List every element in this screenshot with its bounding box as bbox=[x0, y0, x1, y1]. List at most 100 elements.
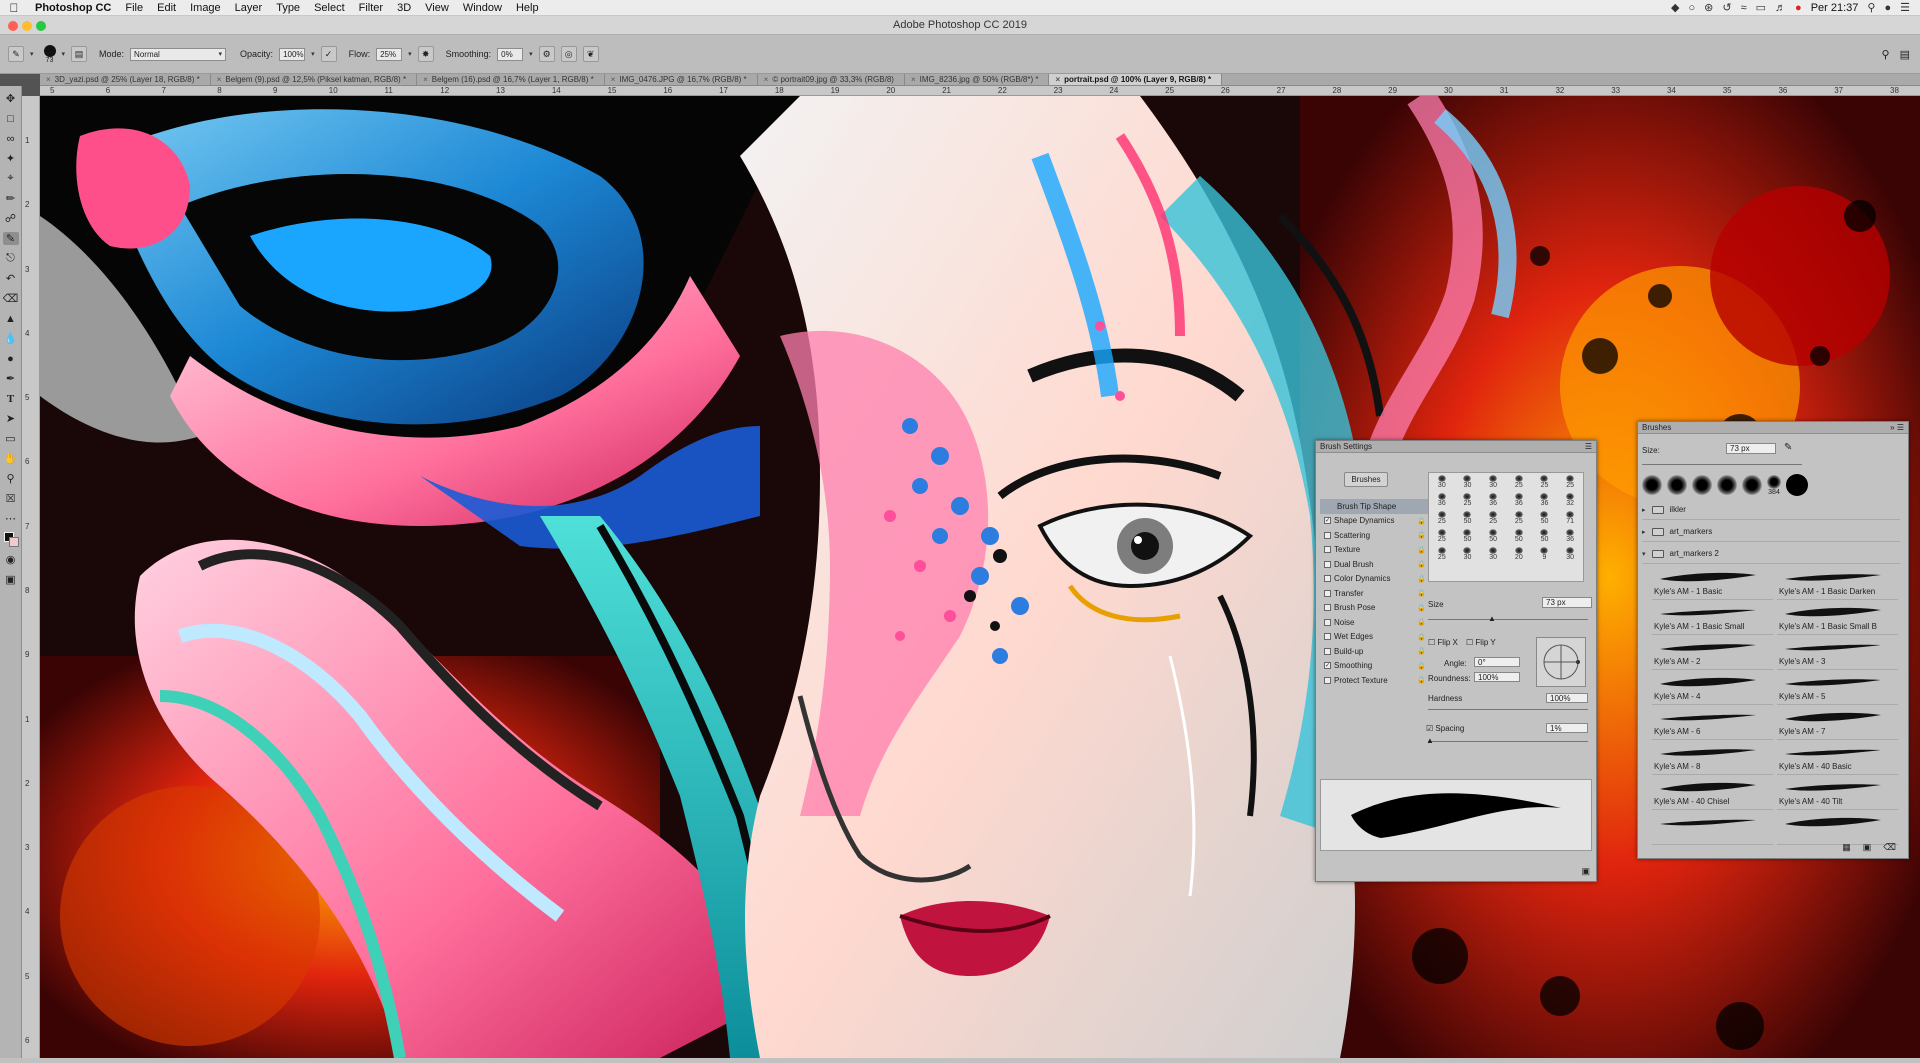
app-menu[interactable]: Photoshop CC bbox=[28, 2, 118, 14]
lock-icon[interactable]: 🔒 bbox=[1417, 560, 1426, 568]
lock-icon[interactable]: 🔒 bbox=[1417, 517, 1426, 525]
menu-view[interactable]: View bbox=[418, 2, 456, 14]
symmetry-butterfly-icon[interactable]: ❦ bbox=[582, 46, 599, 62]
brush-option-build-up[interactable]: Build-up 🔒 bbox=[1320, 644, 1432, 659]
spacing-field[interactable]: 1% bbox=[1546, 723, 1588, 733]
menu-help[interactable]: Help bbox=[509, 2, 546, 14]
checkbox-icon[interactable]: ✓ bbox=[1324, 517, 1331, 525]
brush-preset-item[interactable]: Kyle's AM - 1 Basic Small bbox=[1652, 600, 1773, 635]
close-tab-icon[interactable]: × bbox=[911, 75, 916, 84]
brush-tip-cell[interactable]: 30 bbox=[1557, 545, 1583, 563]
brush-settings-header[interactable]: Brush Settings ☰ bbox=[1316, 441, 1596, 453]
brush-tip-cell[interactable]: 25 bbox=[1532, 473, 1558, 491]
lock-icon[interactable]: 🔒 bbox=[1417, 575, 1426, 583]
more-tools-icon[interactable]: ⋯ bbox=[3, 512, 19, 525]
menubar-clock[interactable]: Per 21:37 bbox=[1811, 2, 1859, 14]
hand-tool-icon[interactable]: ✋ bbox=[3, 452, 19, 465]
brush-tip-cell[interactable]: 30 bbox=[1480, 545, 1506, 563]
document-tab[interactable]: × IMG_8236.jpg @ 50% (RGB/8*) * bbox=[905, 74, 1050, 85]
brush-preset-item[interactable]: Kyle's AM - 40 Tilt bbox=[1777, 775, 1898, 810]
crop-tool-icon[interactable]: ⌖ bbox=[3, 172, 19, 185]
smoothing-field[interactable]: 0% bbox=[497, 47, 524, 61]
panel-menu-icon[interactable]: ☰ bbox=[1585, 442, 1592, 451]
recent-tip-icon[interactable] bbox=[1667, 475, 1687, 495]
flip-x-checkbox[interactable]: ☐ Flip X bbox=[1428, 638, 1458, 647]
close-tab-icon[interactable]: × bbox=[764, 75, 769, 84]
size-field[interactable]: 73 px bbox=[1542, 597, 1592, 608]
brushes-size-field[interactable]: 73 px bbox=[1726, 443, 1776, 454]
angle-field[interactable]: 0° bbox=[1474, 657, 1520, 667]
brush-preset-item[interactable] bbox=[1652, 810, 1773, 845]
recent-tip-384[interactable]: 384 bbox=[1767, 474, 1781, 496]
brush-tool-icon[interactable]: ✎ bbox=[2, 232, 19, 245]
menu-filter[interactable]: Filter bbox=[352, 2, 390, 14]
bluetooth-icon[interactable]: ⊛ bbox=[1704, 1, 1713, 14]
brush-option-transfer[interactable]: Transfer 🔒 bbox=[1320, 586, 1432, 601]
hardness-field[interactable]: 100% bbox=[1546, 693, 1588, 703]
brush-tip-cell[interactable]: 50 bbox=[1455, 509, 1481, 527]
chevron-down-icon[interactable]: ▾ bbox=[529, 50, 533, 58]
brush-tip-cell[interactable]: 25 bbox=[1429, 509, 1455, 527]
dodge-tool-icon[interactable]: ● bbox=[3, 352, 19, 365]
lock-icon[interactable]: 🔒 bbox=[1417, 531, 1426, 539]
quick-mask-icon[interactable]: ◉ bbox=[3, 553, 19, 566]
hardness-slider[interactable] bbox=[1428, 709, 1588, 710]
brush-tip-cell[interactable]: 36 bbox=[1429, 491, 1455, 509]
size-slider[interactable] bbox=[1428, 619, 1588, 620]
recent-brush-tips[interactable]: 384 bbox=[1642, 474, 1808, 496]
zoom-tool-icon[interactable]: ⚲ bbox=[3, 472, 19, 485]
slider-thumb-icon[interactable]: ▲ bbox=[1426, 736, 1434, 745]
creative-cloud-icon[interactable]: ○ bbox=[1689, 2, 1696, 14]
user-icon[interactable]: ● bbox=[1884, 2, 1891, 14]
brush-folder[interactable]: ▸ ilkler bbox=[1642, 500, 1900, 520]
roundness-field[interactable]: 100% bbox=[1474, 672, 1520, 682]
lock-icon[interactable]: 🔒 bbox=[1417, 618, 1426, 626]
brush-settings-panel[interactable]: Brush Settings ☰ Brushes Brush Tip Shape… bbox=[1315, 440, 1597, 882]
frame-tool-icon[interactable]: ☒ bbox=[3, 492, 19, 505]
brush-tip-cell[interactable]: 25 bbox=[1429, 527, 1455, 545]
healing-brush-tool-icon[interactable]: ☍ bbox=[3, 212, 19, 225]
chevron-down-icon[interactable]: ▾ bbox=[30, 50, 34, 58]
brush-tip-cell[interactable]: 50 bbox=[1455, 527, 1481, 545]
menu-image[interactable]: Image bbox=[183, 2, 228, 14]
document-tab[interactable]: × Belgem (16).psd @ 16,7% (Layer 1, RGB/8… bbox=[417, 74, 605, 85]
recent-tip-icon[interactable] bbox=[1692, 475, 1712, 495]
brush-tip-cell[interactable]: 9 bbox=[1532, 545, 1558, 563]
spacing-slider[interactable] bbox=[1428, 741, 1588, 742]
menu-type[interactable]: Type bbox=[269, 2, 307, 14]
flip-y-checkbox[interactable]: ☐ Flip Y bbox=[1466, 638, 1496, 647]
apple-icon[interactable]:  bbox=[0, 1, 28, 15]
pressure-opacity-icon[interactable]: ✓ bbox=[320, 46, 337, 62]
brush-tip-cell[interactable]: 25 bbox=[1506, 509, 1532, 527]
brush-tip-cell[interactable]: 36 bbox=[1532, 491, 1558, 509]
brush-preset-picker[interactable]: 73 bbox=[43, 44, 56, 64]
time-machine-icon[interactable]: ↺ bbox=[1722, 1, 1731, 14]
close-tab-icon[interactable]: × bbox=[423, 75, 428, 84]
brushes-size-slider[interactable] bbox=[1642, 464, 1802, 465]
brush-preset-item[interactable] bbox=[1777, 810, 1898, 845]
brush-settings-toggle-icon[interactable]: ▤ bbox=[71, 46, 88, 62]
airbrush-icon[interactable]: ✸ bbox=[417, 46, 434, 62]
airplay-icon[interactable]: ▭ bbox=[1756, 1, 1766, 14]
brush-folder-open[interactable]: ▾ art_markers 2 bbox=[1642, 544, 1900, 564]
brush-preset-item[interactable]: Kyle's AM - 3 bbox=[1777, 635, 1898, 670]
menu-select[interactable]: Select bbox=[307, 2, 352, 14]
eraser-tool-icon[interactable]: ⌫ bbox=[3, 292, 19, 305]
zoom-window-icon[interactable] bbox=[36, 21, 46, 31]
checkbox-icon[interactable] bbox=[1324, 633, 1331, 641]
checkbox-icon[interactable] bbox=[1324, 546, 1331, 554]
brush-preset-item[interactable]: Kyle's AM - 7 bbox=[1777, 705, 1898, 740]
brush-preset-item[interactable]: Kyle's AM - 8 bbox=[1652, 740, 1773, 775]
brush-option-brush-tip-shape[interactable]: Brush Tip Shape bbox=[1320, 499, 1432, 514]
move-tool-icon[interactable]: ✥ bbox=[3, 92, 19, 105]
notification-center-icon[interactable]: ☰ bbox=[1900, 1, 1910, 14]
brush-option-wet-edges[interactable]: Wet Edges 🔒 bbox=[1320, 630, 1432, 645]
close-tab-icon[interactable]: × bbox=[611, 75, 616, 84]
brushes-button[interactable]: Brushes bbox=[1344, 472, 1388, 487]
brush-tip-cell[interactable]: 50 bbox=[1532, 509, 1558, 527]
flag-icon[interactable]: ● bbox=[1795, 2, 1802, 14]
workspace-icon[interactable]: ▤ bbox=[1900, 48, 1910, 61]
brush-tip-cell[interactable]: 50 bbox=[1506, 527, 1532, 545]
brush-tip-cell[interactable]: 32 bbox=[1557, 491, 1583, 509]
lock-icon[interactable]: 🔒 bbox=[1417, 589, 1426, 597]
